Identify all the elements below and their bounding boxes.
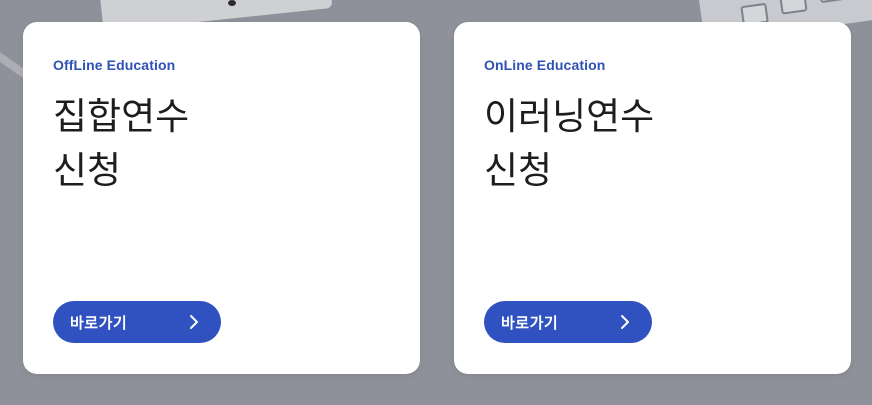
go-button-offline[interactable]: 바로가기 [53, 301, 221, 343]
background-key [779, 0, 808, 15]
card-title-line: 신청 [53, 149, 122, 192]
background-dot [228, 0, 236, 6]
go-button-online[interactable]: 바로가기 [484, 301, 652, 343]
go-button-label: 바로가기 [70, 313, 128, 332]
card-title-line: 신청 [484, 149, 553, 192]
card-eyebrow: OnLine Education [484, 57, 606, 73]
card-title-line: 이러닝연수 [484, 95, 655, 138]
card-title: 이러닝연수 신청 [484, 90, 821, 198]
go-button-label: 바로가기 [501, 313, 559, 332]
card-title: 집합연수 신청 [53, 90, 390, 198]
card-offline-education: OffLine Education 집합연수 신청 바로가기 [23, 22, 420, 374]
card-online-education: OnLine Education 이러닝연수 신청 바로가기 [454, 22, 851, 374]
background-key [817, 0, 847, 4]
card-eyebrow: OffLine Education [53, 57, 176, 73]
card-title-line: 집합연수 [53, 95, 190, 138]
chevron-right-icon [185, 313, 203, 331]
education-cards: OffLine Education 집합연수 신청 바로가기 OnLine Ed… [23, 22, 851, 374]
chevron-right-icon [616, 313, 634, 331]
